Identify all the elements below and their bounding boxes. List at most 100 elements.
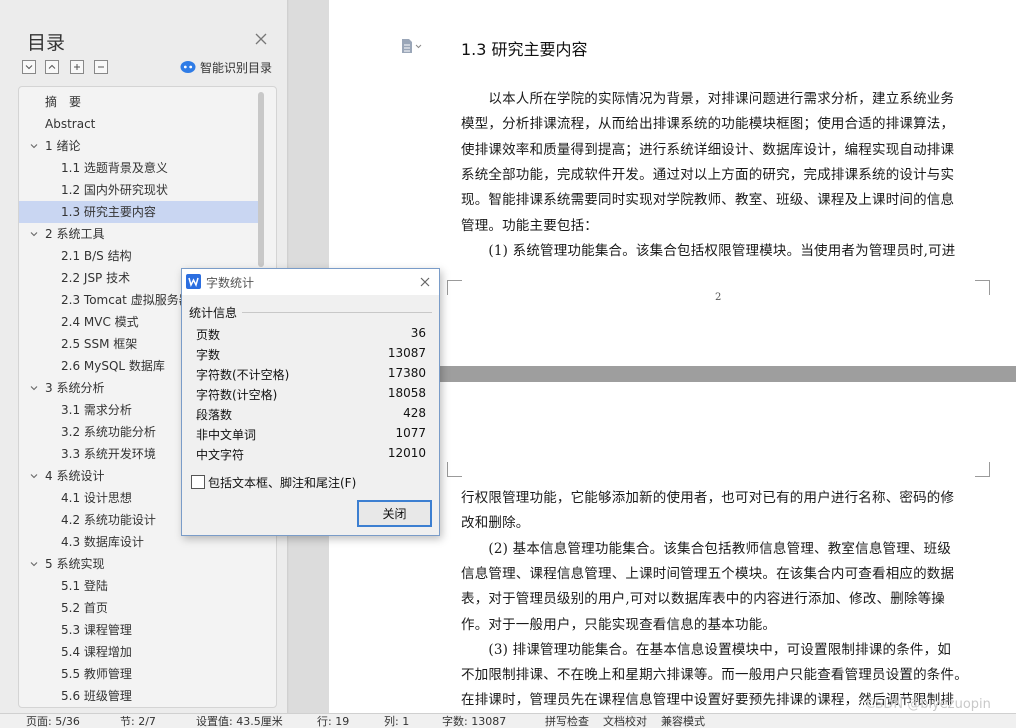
crop-mark xyxy=(975,462,990,477)
stat-row: 页数 36 xyxy=(196,324,426,344)
status-item[interactable]: 设置值: 43.5厘米 xyxy=(196,714,283,728)
section-heading: 1.3 研究主要内容 xyxy=(461,40,588,59)
toc-item-label: 4.3 数据库设计 xyxy=(61,535,144,549)
stat-row: 非中文单词 1077 xyxy=(196,424,426,444)
remove-heading-icon[interactable] xyxy=(94,60,108,74)
toc-item[interactable]: 摘 要 xyxy=(19,91,259,113)
toc-item[interactable]: 5 系统实现 xyxy=(19,553,259,575)
chevron-down-icon[interactable] xyxy=(29,383,39,393)
page-number: 2 xyxy=(715,292,722,303)
toc-title: 目录 xyxy=(27,32,66,54)
dialog-titlebar[interactable]: 字数统计 xyxy=(182,269,439,295)
stat-label: 字符数(不计空格) xyxy=(196,368,290,382)
word-count-dialog: 字数统计 统计信息 页数 36 字数 13087 字符数(不计空格) 17380 字符数(计… xyxy=(181,268,440,536)
toc-item-label: 4.1 设计思想 xyxy=(61,491,132,505)
chevron-down-icon[interactable] xyxy=(29,471,39,481)
status-item[interactable]: 字数: 13087 xyxy=(442,714,506,728)
include-notes-label[interactable]: 包括文本框、脚注和尾注(F) xyxy=(208,474,356,491)
toc-item-label: 5.1 登陆 xyxy=(61,579,108,593)
expand-all-icon[interactable] xyxy=(45,60,59,74)
text-line: (2) 基本信息管理功能集合。该集合包括教师信息管理、教室信息管理、班级 xyxy=(461,540,952,557)
status-item[interactable]: 行: 19 xyxy=(317,714,349,728)
chevron-down-icon[interactable] xyxy=(29,559,39,569)
add-heading-icon[interactable] xyxy=(70,60,84,74)
toc-item[interactable]: 1 绪论 xyxy=(19,135,259,157)
text-line: 使排课效率和质量得到提高；进行系统详细设计、数据库设计，编程实现自动排课 xyxy=(461,141,955,158)
close-icon[interactable] xyxy=(418,274,432,288)
collapse-all-icon[interactable] xyxy=(22,60,36,74)
toc-item-label: 2.5 SSM 框架 xyxy=(61,337,138,351)
toc-item[interactable]: 2 系统工具 xyxy=(19,223,259,245)
stat-label: 页数 xyxy=(196,328,221,342)
text-line: 以本人所在学院的实际情况为背景，对排课问题进行需求分析，建立系统业务 xyxy=(461,91,955,107)
status-item[interactable]: 拼写检查 xyxy=(545,714,589,728)
toc-item-label: 5 系统实现 xyxy=(45,557,105,571)
toc-item-label: 3.1 需求分析 xyxy=(61,403,132,417)
chevron-down-icon[interactable] xyxy=(29,229,39,239)
toc-item[interactable]: 5.3 课程管理 xyxy=(19,619,259,641)
toc-scrollbar[interactable] xyxy=(258,92,264,267)
smart-toc-button[interactable]: 智能识别目录 xyxy=(180,59,272,75)
stat-row: 中文字符 12010 xyxy=(196,444,426,464)
toc-item[interactable]: 1.3 研究主要内容 xyxy=(19,201,259,223)
text-line: 作。对于一般用户，只能实现查看信息的基本功能。 xyxy=(461,616,777,633)
text-line: 管理。功能主要包括： xyxy=(461,217,598,234)
stat-row: 字符数(计空格) 18058 xyxy=(196,384,426,404)
toc-item-label: 1.2 国内外研究现状 xyxy=(61,183,168,197)
text-line: (1) 系统管理功能集合。该集合包括权限管理模块。当使用者为管理员时,可进 xyxy=(461,242,956,259)
toc-item[interactable]: 5.5 教师管理 xyxy=(19,663,259,685)
text-line: 模型，分析排课流程，从而给出排课系统的功能模块框图；使用合适的排课算法， xyxy=(461,116,955,133)
crop-mark xyxy=(447,280,462,295)
chevron-down-icon[interactable] xyxy=(29,141,39,151)
toc-item-label: 5.4 课程增加 xyxy=(61,645,132,659)
stat-value: 36 xyxy=(410,326,426,340)
toc-item-label: 2.4 MVC 模式 xyxy=(61,315,139,329)
toc-item[interactable]: 1.1 选题背景及意义 xyxy=(19,157,259,179)
status-item[interactable]: 列: 1 xyxy=(384,714,409,728)
text-line: 表，对于管理员级别的用户,可对以数据库表中的内容进行添加、修改、删除等操 xyxy=(461,591,945,608)
toc-item-label: 5.3 课程管理 xyxy=(61,623,132,637)
toc-item-label: 4 系统设计 xyxy=(45,469,105,483)
wps-writer-icon xyxy=(186,274,201,289)
toc-item[interactable]: 5.2 首页 xyxy=(19,597,259,619)
stat-value: 13087 xyxy=(387,346,426,360)
stat-value: 12010 xyxy=(387,446,426,460)
status-bar: 页面: 5/36 节: 2/7 设置值: 43.5厘米 行: 19 列: 1 字数: 13… xyxy=(0,713,1016,728)
toc-item[interactable]: Abstract xyxy=(19,113,259,135)
stat-label: 中文字符 xyxy=(196,448,245,462)
toc-item-label: Abstract xyxy=(45,117,96,131)
text-line: 现。智能排课系统需要同时实现对学院教师、教室、班级、课程及上课时间的信息 xyxy=(461,192,955,209)
toc-item[interactable]: 2.1 B/S 结构 xyxy=(19,245,259,267)
include-notes-checkbox[interactable] xyxy=(191,475,205,489)
status-item[interactable]: 文档校对 xyxy=(603,714,647,728)
toc-item-label: 5.5 教师管理 xyxy=(61,667,132,681)
close-button[interactable]: 关闭 xyxy=(357,500,432,527)
toc-item-label: 4.2 系统功能设计 xyxy=(61,513,156,527)
toc-item-label: 5.2 首页 xyxy=(61,601,108,615)
toc-item[interactable]: 5.1 登陆 xyxy=(19,575,259,597)
toc-item-label: 2.3 Tomcat 虚拟服务器 xyxy=(61,293,191,307)
status-item[interactable]: 节: 2/7 xyxy=(120,714,156,728)
toc-item-label: 2.2 JSP 技术 xyxy=(61,271,131,285)
stats-group-label: 统计信息 xyxy=(189,306,238,320)
smart-toc-label: 智能识别目录 xyxy=(200,60,273,75)
toc-item[interactable]: 5.4 课程增加 xyxy=(19,641,259,663)
toc-item-label: 摘 要 xyxy=(45,95,82,109)
toc-item[interactable]: 5.6 班级管理 xyxy=(19,685,259,707)
toc-item-label: 3.3 系统开发环境 xyxy=(61,447,156,461)
crop-mark xyxy=(975,280,990,295)
toc-item-label: 5.6 班级管理 xyxy=(61,689,132,703)
toc-item-label: 1.3 研究主要内容 xyxy=(61,205,156,219)
status-item[interactable]: 兼容模式 xyxy=(661,714,705,728)
toc-item[interactable]: 1.2 国内外研究现状 xyxy=(19,179,259,201)
stat-value: 17380 xyxy=(387,366,426,380)
toc-item-label: 2 系统工具 xyxy=(45,227,105,241)
document-icon[interactable] xyxy=(401,38,423,54)
stat-label: 非中文单词 xyxy=(196,428,257,442)
text-line: (3) 排课管理功能集合。在基本信息设置模块中，可设置限制排课的条件，如 xyxy=(461,641,952,658)
stat-value: 428 xyxy=(403,406,426,420)
status-item[interactable]: 页面: 5/36 xyxy=(26,714,80,728)
toc-item-label: 3.2 系统功能分析 xyxy=(61,425,156,439)
toc-item-label: 1.1 选题背景及意义 xyxy=(61,161,168,175)
close-icon[interactable] xyxy=(252,30,270,48)
